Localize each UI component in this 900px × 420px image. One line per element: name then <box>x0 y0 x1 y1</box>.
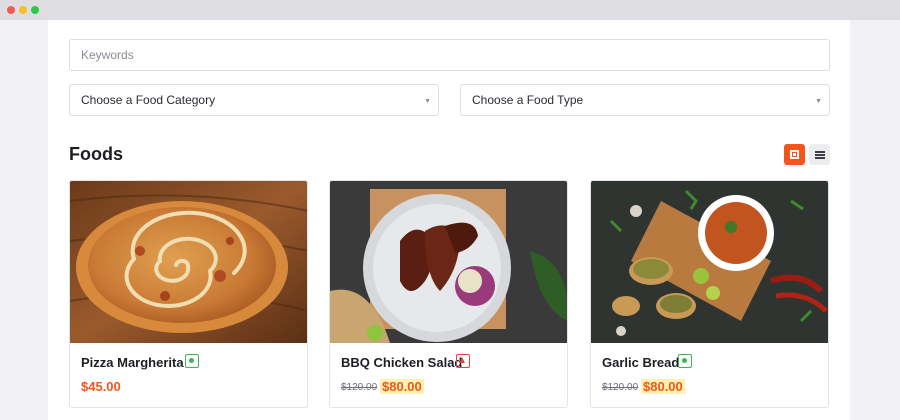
bbq-chicken-salad-image[interactable] <box>330 181 568 343</box>
grid-view-icon <box>790 150 799 159</box>
food-price: $80.00 <box>641 379 685 394</box>
section-title: Foods <box>69 144 123 164</box>
food-price: $45.00 <box>81 379 121 394</box>
food-card[interactable]: Pizza Margherita $45.00 <box>69 180 308 408</box>
minimize-window-dot[interactable] <box>19 6 27 14</box>
food-type-select[interactable]: Choose a Food Type ▼ <box>460 84 830 116</box>
grid-view-button[interactable] <box>784 144 805 165</box>
list-view-button[interactable] <box>809 144 830 165</box>
food-original-price: $120.00 <box>602 382 639 393</box>
food-card[interactable]: BBQ Chicken Salad $120.00 $80.00 <box>329 180 568 408</box>
food-name[interactable]: Pizza Margherita <box>81 355 184 370</box>
food-name[interactable]: Garlic Bread <box>602 355 679 370</box>
pizza-margherita-image[interactable] <box>70 181 308 343</box>
food-card[interactable]: Garlic Bread $120.00 $80.00 <box>590 180 829 408</box>
keywords-search-input[interactable]: Keywords <box>69 39 830 71</box>
non-veg-badge-icon <box>456 354 470 368</box>
food-listing-panel: Keywords Choose a Food Category ▼ Choose… <box>48 20 850 420</box>
chevron-down-icon: ▼ <box>424 98 431 105</box>
garlic-bread-image[interactable] <box>591 181 829 343</box>
keywords-placeholder: Keywords <box>81 48 134 62</box>
food-price: $80.00 <box>380 379 424 394</box>
veg-badge-icon <box>185 354 199 368</box>
food-original-price: $120.00 <box>341 382 378 393</box>
maximize-window-dot[interactable] <box>31 6 39 14</box>
food-category-select[interactable]: Choose a Food Category ▼ <box>69 84 439 116</box>
food-category-value: Choose a Food Category <box>81 93 216 107</box>
food-type-value: Choose a Food Type <box>472 93 584 107</box>
chevron-down-icon: ▼ <box>815 98 822 105</box>
close-window-dot[interactable] <box>7 6 15 14</box>
veg-badge-icon <box>678 354 692 368</box>
window-titlebar <box>0 0 900 20</box>
food-name[interactable]: BBQ Chicken Salad <box>341 355 462 370</box>
